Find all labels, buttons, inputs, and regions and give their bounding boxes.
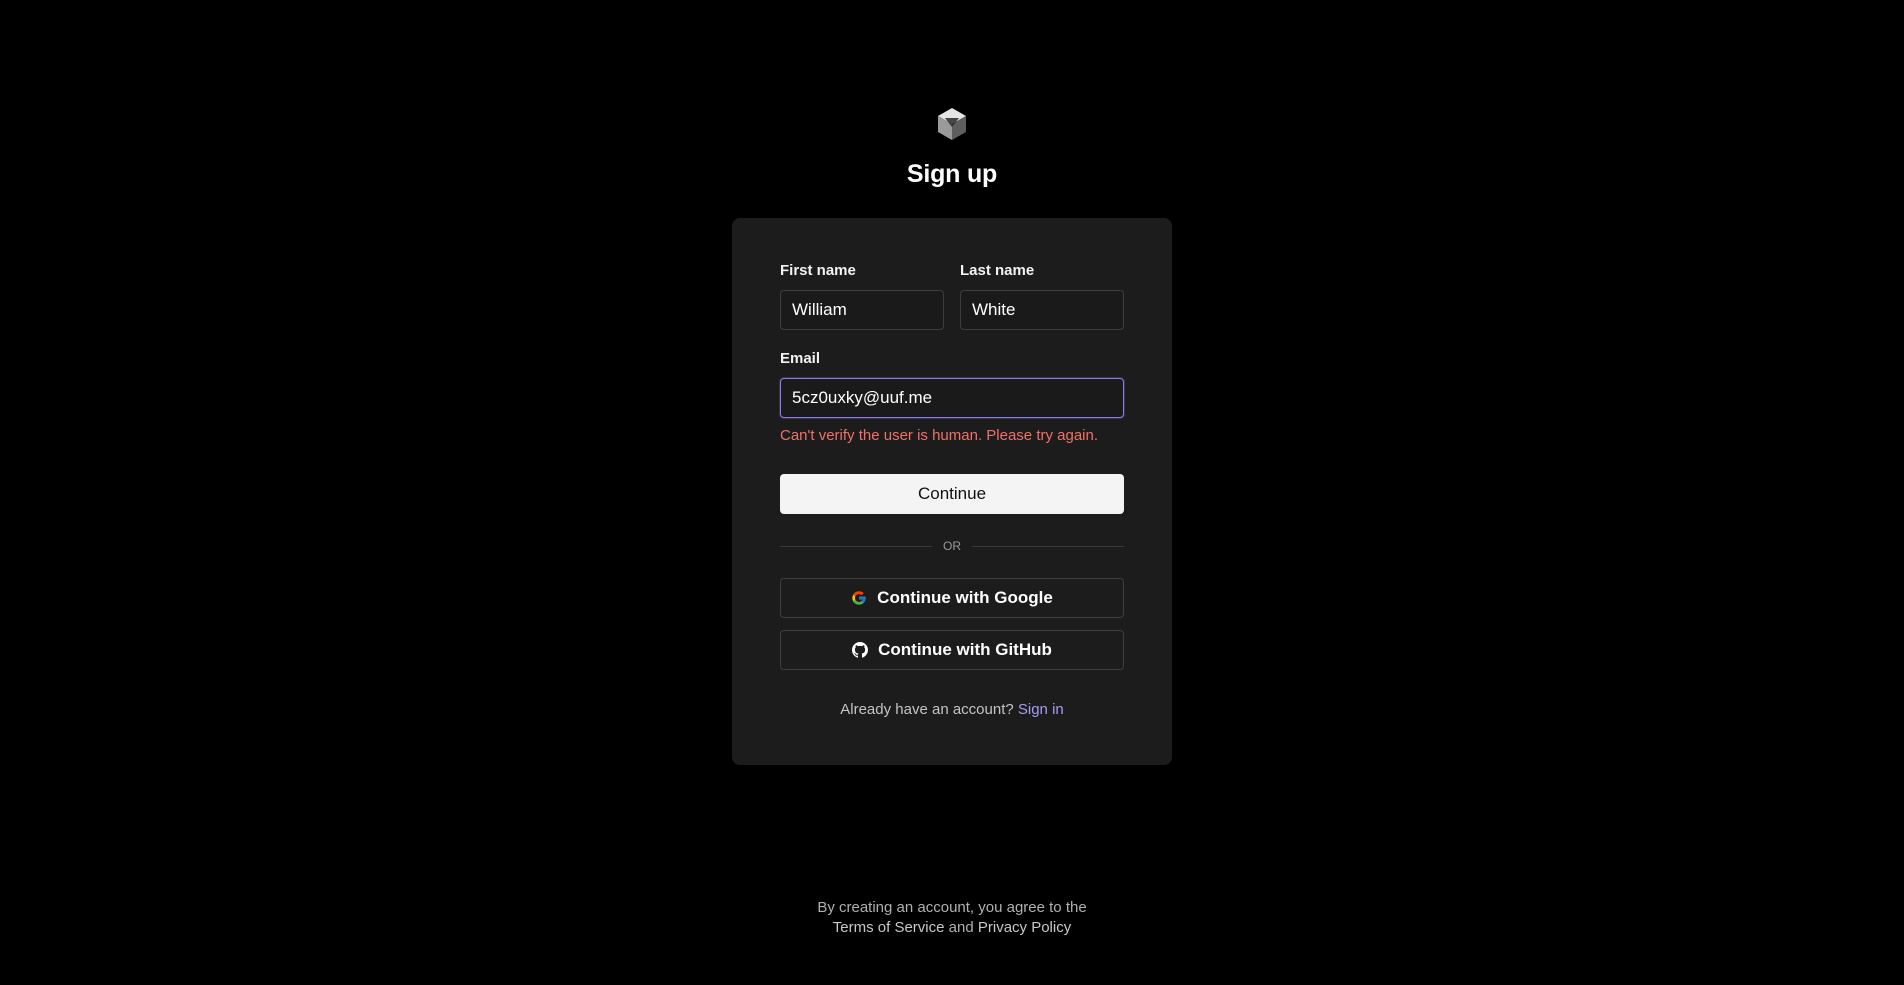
first-name-label: First name bbox=[780, 262, 856, 279]
footer-line2: Terms of Service and Privacy Policy bbox=[0, 918, 1904, 938]
signin-row: Already have an account? Sign in bbox=[732, 701, 1172, 718]
page-title: Sign up bbox=[906, 160, 998, 188]
last-name-input[interactable] bbox=[960, 290, 1124, 330]
continue-with-google-button[interactable]: Continue with Google bbox=[780, 578, 1124, 618]
divider-line-right bbox=[972, 546, 1124, 547]
signin-prompt: Already have an account? bbox=[840, 701, 1014, 718]
or-divider: OR bbox=[780, 538, 1124, 554]
signup-page: Sign up First name Last name Email Can't… bbox=[0, 0, 1904, 985]
last-name-label: Last name bbox=[960, 262, 1035, 279]
legal-footer: By creating an account, you agree to the… bbox=[0, 898, 1904, 938]
terms-of-service-link[interactable]: Terms of Service bbox=[833, 919, 945, 936]
cube-logo-icon bbox=[938, 108, 966, 140]
privacy-policy-link[interactable]: Privacy Policy bbox=[978, 919, 1071, 936]
email-input[interactable] bbox=[780, 378, 1124, 418]
footer-line1: By creating an account, you agree to the bbox=[817, 899, 1087, 916]
error-message: Can't verify the user is human. Please t… bbox=[780, 427, 1099, 444]
email-label: Email bbox=[780, 350, 821, 367]
signin-link[interactable]: Sign in bbox=[1018, 701, 1064, 718]
google-icon bbox=[852, 591, 866, 605]
google-button-label: Continue with Google bbox=[877, 588, 1053, 607]
signup-card: First name Last name Email Can't verify … bbox=[732, 218, 1172, 765]
github-icon bbox=[852, 642, 869, 658]
first-name-input[interactable] bbox=[780, 290, 944, 330]
github-button-label: Continue with GitHub bbox=[878, 640, 1052, 659]
footer-and: and bbox=[948, 919, 974, 936]
continue-with-github-button[interactable]: Continue with GitHub bbox=[780, 630, 1124, 670]
continue-button[interactable]: Continue bbox=[780, 474, 1124, 514]
